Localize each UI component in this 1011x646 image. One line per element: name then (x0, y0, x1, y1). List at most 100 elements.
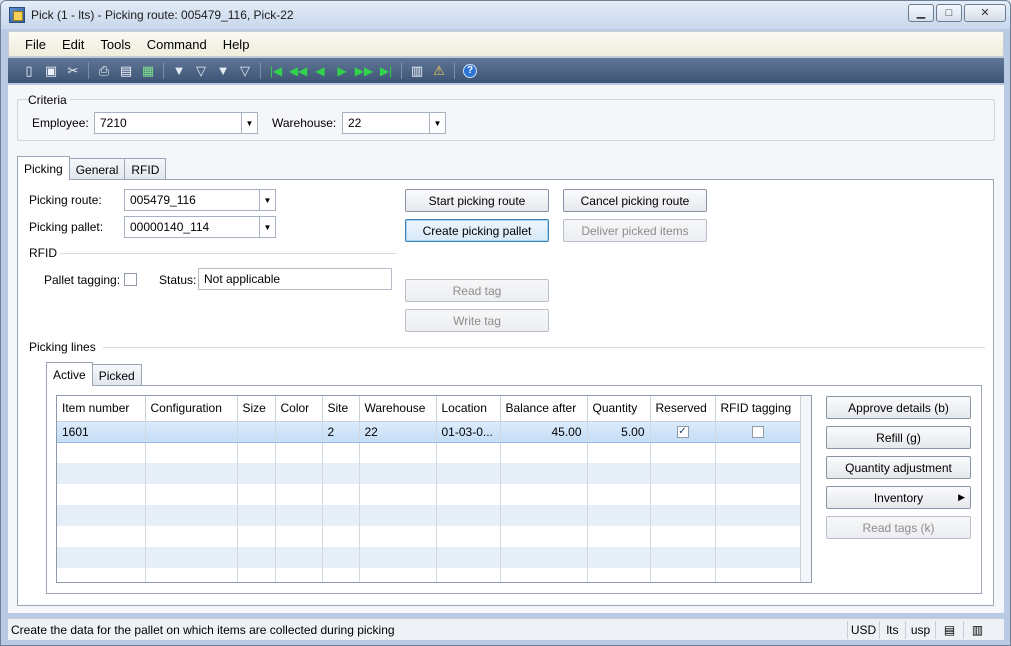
filter-icon[interactable]: ▼ (168, 61, 190, 81)
previous-page-icon[interactable]: ◀◀ (287, 61, 309, 81)
toolbar-separator (88, 62, 89, 79)
rfid-tagging-checkbox[interactable] (752, 426, 764, 439)
col-warehouse[interactable]: Warehouse (359, 396, 437, 422)
col-location[interactable]: Location (436, 396, 501, 422)
cell-color[interactable] (275, 420, 323, 443)
grid-header-row: Item number Configuration Size Color Sit… (57, 396, 802, 422)
employee-combo[interactable]: 7210 ▼ (94, 112, 258, 134)
print-icon[interactable]: ⎙ (93, 61, 115, 81)
chevron-down-icon[interactable]: ▼ (429, 113, 445, 133)
status-layer[interactable]: usp (905, 621, 935, 639)
inventory-menu-button[interactable]: Inventory ▶ (826, 486, 971, 509)
alert-icon[interactable]: ⚠ (428, 61, 450, 81)
grid-scrollbar[interactable] (800, 396, 811, 582)
reserved-checkbox[interactable]: ✓ (676, 426, 689, 439)
help-icon[interactable]: ? (463, 63, 477, 78)
warehouse-combo[interactable]: 22 ▼ (342, 112, 446, 134)
refill-button[interactable]: Refill (g) (826, 426, 971, 449)
col-balance-after[interactable]: Balance after (500, 396, 588, 422)
quantity-adjustment-button[interactable]: Quantity adjustment (826, 456, 971, 479)
menu-tools[interactable]: Tools (92, 37, 138, 52)
warehouse-value: 22 (348, 116, 362, 130)
filter-by-selection-icon[interactable]: ▽ (190, 61, 212, 81)
attach-document-icon[interactable]: ▥ (406, 61, 428, 81)
maximize-button[interactable]: □ (936, 4, 962, 22)
table-row[interactable]: 1601 2 22 01-03-0... 45.00 5.00 ✓ (57, 420, 802, 443)
remove-filter-icon[interactable]: ▽ (234, 61, 256, 81)
empty-row (57, 442, 802, 463)
approve-details-button[interactable]: Approve details (b) (826, 396, 971, 419)
col-rfid-tagging[interactable]: RFID tagging (715, 396, 802, 422)
status-currency[interactable]: USD (847, 621, 879, 639)
read-tag-button[interactable]: Read tag (405, 279, 549, 302)
menu-bar: File Edit Tools Command Help (8, 31, 1004, 57)
cell-quantity[interactable]: 5.00 (587, 420, 651, 443)
delete-icon[interactable]: ✂ (62, 61, 84, 81)
new-icon[interactable]: ▯ (18, 61, 40, 81)
col-site[interactable]: Site (322, 396, 360, 422)
next-record-icon[interactable]: ▶ (331, 61, 353, 81)
cell-size[interactable] (237, 420, 276, 443)
minimize-button[interactable]: ▁ (908, 4, 934, 22)
next-page-icon[interactable]: ▶▶ (353, 61, 375, 81)
save-icon[interactable]: ▣ (40, 61, 62, 81)
status-company[interactable]: lts (879, 621, 905, 639)
first-record-icon[interactable]: |◀ (265, 61, 287, 81)
col-configuration[interactable]: Configuration (145, 396, 238, 422)
picking-pallet-value: 00000140_114 (130, 220, 210, 234)
read-tags-button[interactable]: Read tags (k) (826, 516, 971, 539)
cell-configuration[interactable] (145, 420, 238, 443)
col-item-number[interactable]: Item number (57, 396, 146, 422)
picking-route-combo[interactable]: 005479_116 ▼ (124, 189, 276, 211)
cell-warehouse[interactable]: 22 (359, 420, 437, 443)
pallet-tagging-label: Pallet tagging: (44, 273, 121, 287)
tab-picking[interactable]: Picking (17, 156, 70, 180)
status-message: Create the data for the pallet on which … (11, 623, 395, 637)
rfid-status-field: Not applicable (198, 268, 392, 290)
deliver-picked-items-button[interactable]: Deliver picked items (563, 219, 707, 242)
cell-balance-after[interactable]: 45.00 (500, 420, 588, 443)
col-reserved[interactable]: Reserved (650, 396, 716, 422)
pallet-tagging-checkbox[interactable] (124, 273, 137, 286)
advanced-filter-icon[interactable]: ▼ (212, 61, 234, 81)
warehouse-label: Warehouse: (272, 116, 337, 130)
excel-icon[interactable]: ▦ (137, 61, 159, 81)
menu-help[interactable]: Help (215, 37, 258, 52)
start-picking-route-button[interactable]: Start picking route (405, 189, 549, 212)
create-picking-pallet-button[interactable]: Create picking pallet (405, 219, 549, 242)
col-color[interactable]: Color (275, 396, 323, 422)
menu-file[interactable]: File (17, 37, 54, 52)
cell-location[interactable]: 01-03-0... (436, 420, 501, 443)
print-preview-icon[interactable]: ▤ (115, 61, 137, 81)
tab-general[interactable]: General (68, 158, 126, 180)
previous-record-icon[interactable]: ◀ (309, 61, 331, 81)
empty-row (57, 568, 802, 582)
empty-row (57, 463, 802, 484)
cell-reserved[interactable]: ✓ (650, 420, 716, 443)
minimize-icon: ▁ (916, 6, 926, 19)
menu-edit[interactable]: Edit (54, 37, 92, 52)
chevron-down-icon[interactable]: ▼ (259, 190, 275, 210)
status-bar: Create the data for the pallet on which … (8, 618, 1004, 640)
rfid-status-value: Not applicable (204, 272, 281, 286)
close-button[interactable]: ✕ (964, 4, 1006, 22)
chevron-down-icon[interactable]: ▼ (259, 217, 275, 237)
last-record-icon[interactable]: ▶| (375, 61, 397, 81)
database-icon[interactable]: ▤ (935, 621, 963, 639)
cell-rfid-tagging[interactable] (715, 420, 802, 443)
cancel-picking-route-button[interactable]: Cancel picking route (563, 189, 707, 212)
tab-active[interactable]: Active (46, 362, 93, 386)
server-icon[interactable]: ▥ (963, 621, 991, 639)
tab-picked[interactable]: Picked (91, 364, 142, 386)
cell-site[interactable]: 2 (322, 420, 360, 443)
cell-item-number[interactable]: 1601 (57, 420, 146, 443)
picking-pallet-combo[interactable]: 00000140_114 ▼ (124, 216, 276, 238)
col-size[interactable]: Size (237, 396, 276, 422)
chevron-right-icon: ▶ (958, 492, 965, 502)
menu-command[interactable]: Command (139, 37, 215, 52)
write-tag-button[interactable]: Write tag (405, 309, 549, 332)
chevron-down-icon[interactable]: ▼ (241, 113, 257, 133)
tab-rfid[interactable]: RFID (124, 158, 167, 180)
empty-row (57, 547, 802, 568)
col-quantity[interactable]: Quantity (587, 396, 651, 422)
